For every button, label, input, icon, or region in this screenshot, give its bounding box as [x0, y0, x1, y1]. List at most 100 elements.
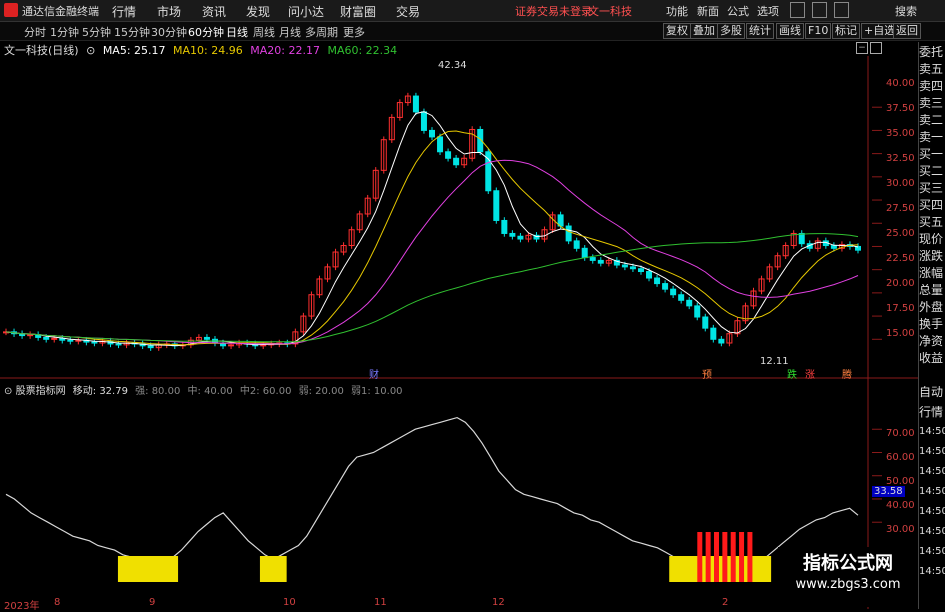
title-bar: 通达信金融终端 行情 市场 资讯 发现 问小达 财富圈 交易 证券交易未登录 文…: [0, 0, 945, 22]
price-tick: 32.50: [886, 153, 915, 164]
side-panel-item[interactable]: 卖三: [919, 97, 945, 109]
side-panel-item[interactable]: 14:50: [919, 486, 945, 498]
side-panel-item[interactable]: 外盘: [919, 301, 945, 313]
period-more[interactable]: 更多: [343, 24, 365, 40]
menu-item-market[interactable]: 市场: [157, 3, 181, 20]
period-timeshare[interactable]: 分时: [24, 24, 46, 40]
search-button[interactable]: 搜索: [895, 3, 917, 19]
indicator-move-line: [5, 416, 859, 579]
indicator-p2: 中: 40.00: [187, 386, 233, 397]
menu-item-discover[interactable]: 发现: [246, 3, 270, 20]
side-panel-item[interactable]: 净资: [919, 335, 945, 347]
low-annotation: 12.11: [760, 356, 789, 367]
period-weekly[interactable]: 周线: [253, 24, 275, 40]
side-panel-item[interactable]: 涨幅: [919, 267, 945, 279]
side-panel-item[interactable]: 买三: [919, 182, 945, 194]
period-multi[interactable]: 多周期: [305, 24, 338, 40]
side-panel-item[interactable]: 自动: [919, 386, 945, 398]
side-panel-item[interactable]: 买二: [919, 165, 945, 177]
maximize-icon[interactable]: [870, 42, 882, 54]
side-panel-item[interactable]: 14:50: [919, 446, 945, 458]
side-panel-item[interactable]: 14:50: [919, 426, 945, 438]
app-logo-icon: [4, 3, 18, 17]
draw-button[interactable]: 画线: [776, 23, 804, 39]
f10-button[interactable]: F10: [805, 23, 832, 39]
candle: [678, 294, 685, 301]
candle: [686, 299, 693, 307]
event-marker-leap[interactable]: 腾: [842, 366, 852, 381]
collapse-icon[interactable]: −: [856, 42, 868, 54]
side-panel-item[interactable]: 14:50: [919, 526, 945, 538]
event-marker-down[interactable]: 跌: [787, 366, 797, 381]
signal-bar-yellow: [276, 556, 287, 582]
menu-item-quotes[interactable]: 行情: [112, 3, 136, 20]
side-panel-item[interactable]: 涨跌: [919, 250, 945, 262]
period-monthly[interactable]: 月线: [279, 24, 301, 40]
side-panel-item[interactable]: 14:50: [919, 566, 945, 578]
event-marker-forecast[interactable]: 预: [702, 366, 712, 381]
high-annotation: 42.34: [438, 60, 467, 71]
restore-icon[interactable]: [812, 2, 827, 18]
side-panel-item[interactable]: 买四: [919, 199, 945, 211]
stock-name-link[interactable]: 文一科技: [588, 3, 632, 19]
side-panel-item[interactable]: 14:50: [919, 546, 945, 558]
signal-bar-red: [705, 532, 711, 582]
period-30min[interactable]: 30分钟: [151, 24, 187, 40]
side-panel-item[interactable]: 14:50: [919, 506, 945, 518]
candle: [830, 245, 837, 249]
ma60-line: [5, 233, 859, 343]
price-tick: 40.00: [886, 78, 915, 89]
minimize-icon[interactable]: [790, 2, 805, 18]
menu-item-ask[interactable]: 问小达: [288, 3, 324, 20]
side-panel-item[interactable]: 买一: [919, 148, 945, 160]
indicator-info: ⊙ 股票指标网 移动: 32.79 强: 80.00 中: 40.00 中2: …: [4, 382, 403, 397]
side-panel-item[interactable]: 买五: [919, 216, 945, 228]
side-panel-item[interactable]: 委托: [919, 46, 945, 58]
candle: [91, 341, 98, 344]
menu-item-formula[interactable]: 公式: [727, 3, 749, 19]
event-marker-up[interactable]: 涨: [805, 366, 815, 381]
adjust-button[interactable]: 复权: [663, 23, 691, 39]
menu-item-wealth[interactable]: 财富圈: [340, 3, 376, 20]
menu-item-news[interactable]: 资讯: [202, 3, 226, 20]
side-panel-item[interactable]: 行情: [919, 406, 945, 418]
close-icon[interactable]: [834, 2, 849, 18]
stats-button[interactable]: 统计: [746, 23, 774, 39]
side-panel-item[interactable]: 换手: [919, 318, 945, 330]
candle: [662, 283, 669, 290]
candle: [115, 343, 122, 346]
ma10-line: [5, 130, 859, 346]
side-panel-item[interactable]: 卖四: [919, 80, 945, 92]
back-button[interactable]: 返回: [893, 23, 921, 39]
login-notice[interactable]: 证券交易未登录: [515, 3, 592, 19]
indicator-p3: 中2: 60.00: [239, 386, 292, 397]
period-60min[interactable]: 60分钟: [188, 24, 224, 40]
period-5min[interactable]: 5分钟: [82, 24, 111, 40]
period-daily[interactable]: 日线: [226, 24, 248, 40]
candle: [27, 334, 34, 337]
multi-stock-button[interactable]: 多股: [717, 23, 745, 39]
period-15min[interactable]: 15分钟: [114, 24, 150, 40]
overlay-button[interactable]: 叠加: [690, 23, 718, 39]
candle: [798, 232, 805, 245]
event-marker-finance[interactable]: 财: [369, 366, 379, 381]
side-panel-item[interactable]: 现价: [919, 233, 945, 245]
side-panel-item[interactable]: 卖二: [919, 114, 945, 126]
chart-area[interactable]: [0, 56, 918, 609]
menu-item-trade[interactable]: 交易: [396, 3, 420, 20]
indicator-settings-icon[interactable]: ⊙: [4, 386, 12, 397]
side-panel-item[interactable]: 总量: [919, 284, 945, 296]
menu-item-function[interactable]: 功能: [666, 3, 688, 19]
side-panel-item[interactable]: 卖五: [919, 63, 945, 75]
candle: [694, 305, 701, 318]
side-panel-item[interactable]: 卖一: [919, 131, 945, 143]
side-panel-item[interactable]: 收益: [919, 352, 945, 364]
mark-button[interactable]: 标记: [832, 23, 860, 39]
period-1min[interactable]: 1分钟: [50, 24, 79, 40]
candle: [670, 288, 677, 296]
menu-item-new-page[interactable]: 新面: [697, 3, 719, 19]
side-panel-item[interactable]: 14:50: [919, 466, 945, 478]
candle: [646, 271, 653, 279]
menu-item-options[interactable]: 选项: [757, 3, 779, 19]
candle: [147, 345, 154, 349]
